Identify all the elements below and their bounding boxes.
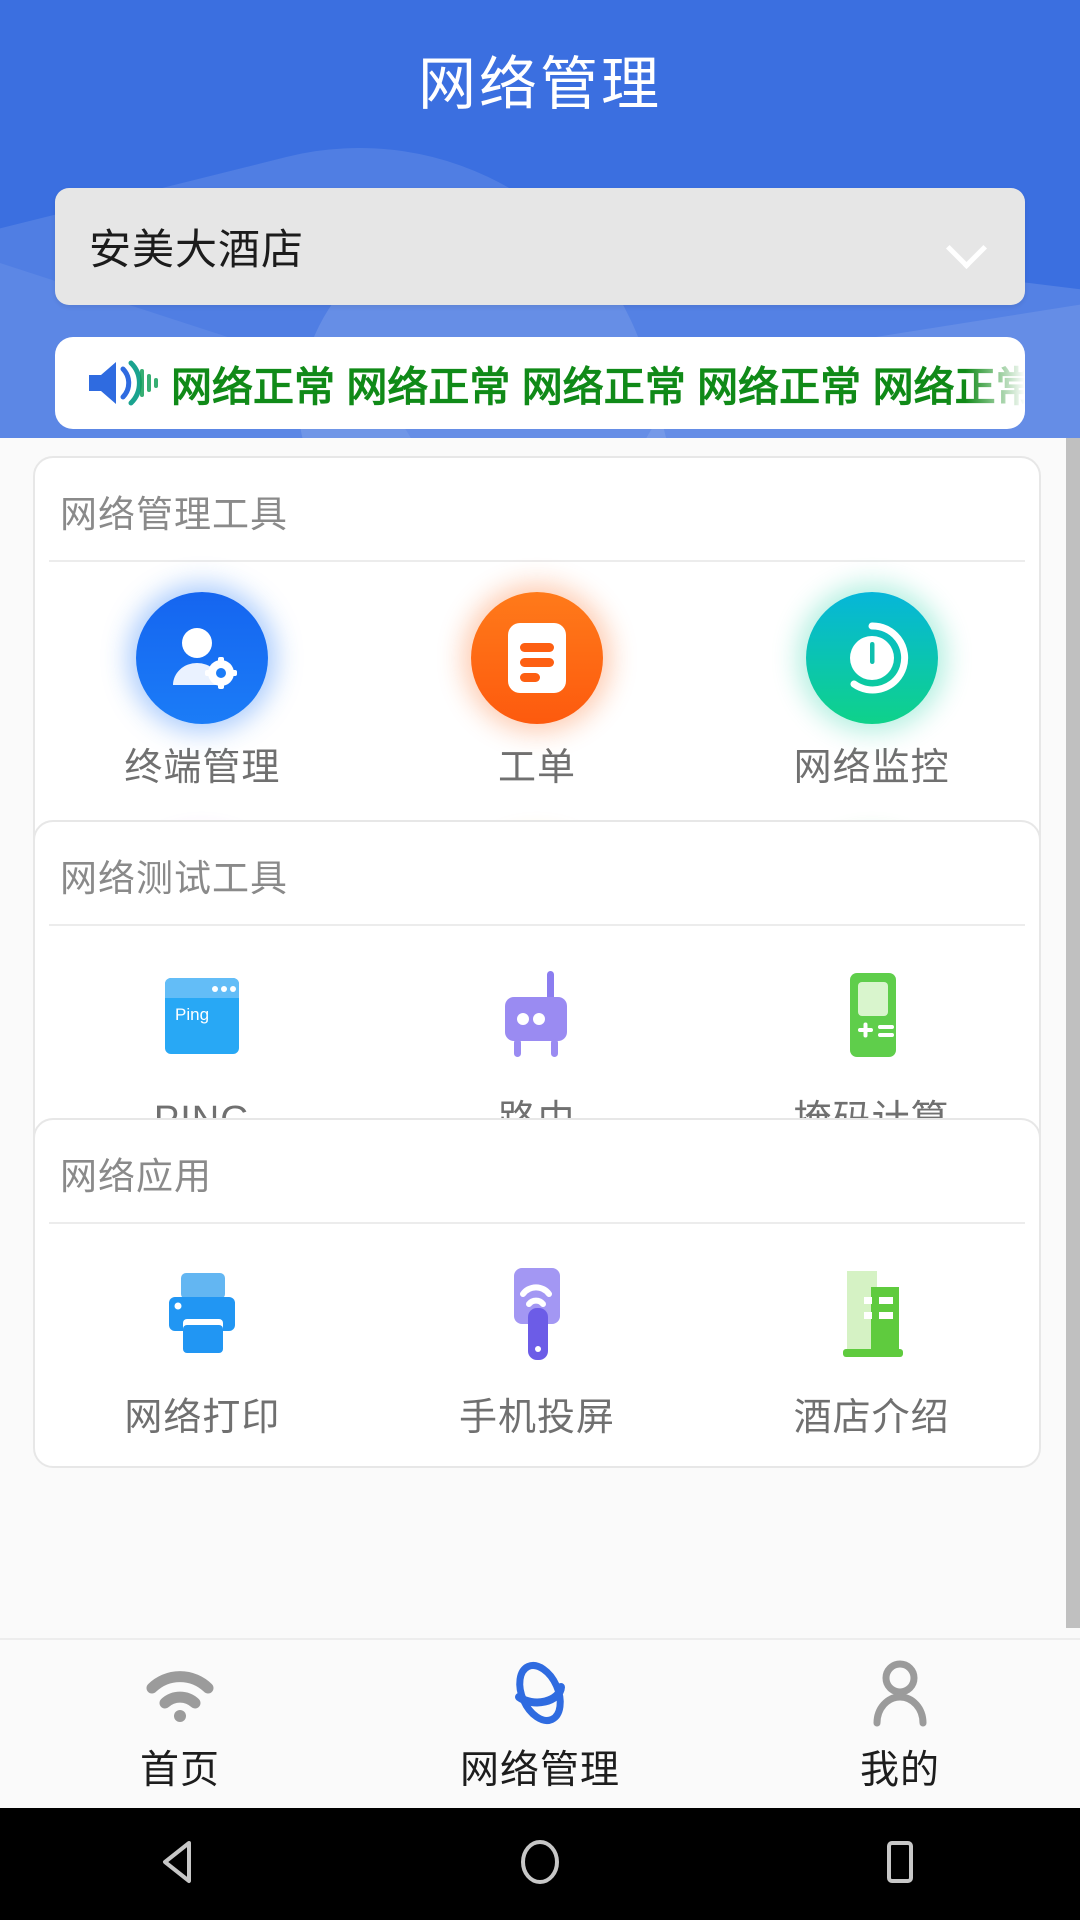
speaker-icon: [85, 355, 163, 411]
app-header: 网络管理 安美大酒店 网络正常 网络正常 网络正常 网络正常 网络正常 网络: [0, 0, 1080, 438]
card-title: 网络测试工具: [35, 822, 1039, 924]
grid-item-screen-cast[interactable]: 手机投屏: [370, 1224, 705, 1466]
hotel-selector-value: 安美大酒店: [89, 216, 949, 277]
calculator-icon: [812, 956, 932, 1076]
chevron-down-icon: [949, 230, 983, 264]
grid-item-label: 酒店介绍: [794, 1396, 950, 1440]
app-screen: 网络管理 安美大酒店 网络正常 网络正常 网络正常 网络正常 网络正常 网络: [0, 0, 1080, 1920]
grid-item-hotel-introduction[interactable]: 酒店介绍: [704, 1224, 1039, 1466]
grid-item-label: 网络监控: [794, 746, 950, 790]
person-icon: [867, 1659, 933, 1727]
android-system-nav: [0, 1808, 1080, 1920]
nav-recents-button[interactable]: [720, 1835, 1080, 1894]
wifi-icon: [139, 1659, 221, 1727]
grid-item-label: 终端管理: [124, 746, 280, 790]
circle-home-icon: [513, 1835, 567, 1894]
grid-item-label: 工单: [498, 746, 576, 790]
building-icon: [812, 1254, 932, 1374]
scrollbar[interactable]: [1066, 438, 1080, 1638]
router-icon: [477, 956, 597, 1076]
nav-back-button[interactable]: [0, 1835, 360, 1894]
nav-home-button[interactable]: [360, 1835, 720, 1894]
printer-icon: [142, 1254, 262, 1374]
tab-network-management[interactable]: 网络管理: [360, 1640, 720, 1808]
ping-window-icon: Ping: [142, 956, 262, 1076]
tab-profile[interactable]: 我的: [720, 1640, 1080, 1808]
notice-text: 网络正常 网络正常 网络正常 网络正常 网络正常 网络正常: [171, 353, 1025, 413]
screen-cast-icon: [477, 1254, 597, 1374]
grid-item-label: 网络打印: [124, 1396, 280, 1440]
content-scroll-area[interactable]: 网络管理工具: [0, 438, 1080, 1638]
tab-home[interactable]: 首页: [0, 1640, 360, 1808]
grid-item-terminal-management[interactable]: 终端管理: [35, 562, 370, 816]
orbit-icon: [507, 1659, 573, 1727]
bottom-tab-bar: 首页 网络管理 我的: [0, 1638, 1080, 1808]
tab-label: 网络管理: [460, 1739, 620, 1795]
notice-banner[interactable]: 网络正常 网络正常 网络正常 网络正常 网络正常 网络正常: [55, 337, 1025, 429]
grid-item-network-monitor[interactable]: 网络监控: [704, 562, 1039, 816]
card-title: 网络应用: [35, 1120, 1039, 1222]
hotel-selector[interactable]: 安美大酒店: [55, 188, 1025, 305]
user-gear-icon: [136, 592, 268, 724]
card-network-applications: 网络应用 网络打印: [33, 1118, 1041, 1468]
gauge-icon: [806, 592, 938, 724]
application-grid: 网络打印 手机投屏: [35, 1224, 1039, 1466]
document-icon: [471, 592, 603, 724]
triangle-back-icon: [153, 1835, 207, 1894]
grid-item-network-print[interactable]: 网络打印: [35, 1224, 370, 1466]
tab-label: 首页: [140, 1739, 220, 1795]
scrollbar-thumb[interactable]: [1066, 438, 1080, 1628]
grid-item-label: 手机投屏: [459, 1396, 615, 1440]
square-recents-icon: [873, 1835, 927, 1894]
card-title: 网络管理工具: [35, 458, 1039, 560]
grid-item-work-order[interactable]: 工单: [370, 562, 705, 816]
page-title: 网络管理: [0, 42, 1080, 128]
ping-badge-text: Ping: [175, 1005, 209, 1024]
tab-label: 我的: [860, 1739, 940, 1795]
